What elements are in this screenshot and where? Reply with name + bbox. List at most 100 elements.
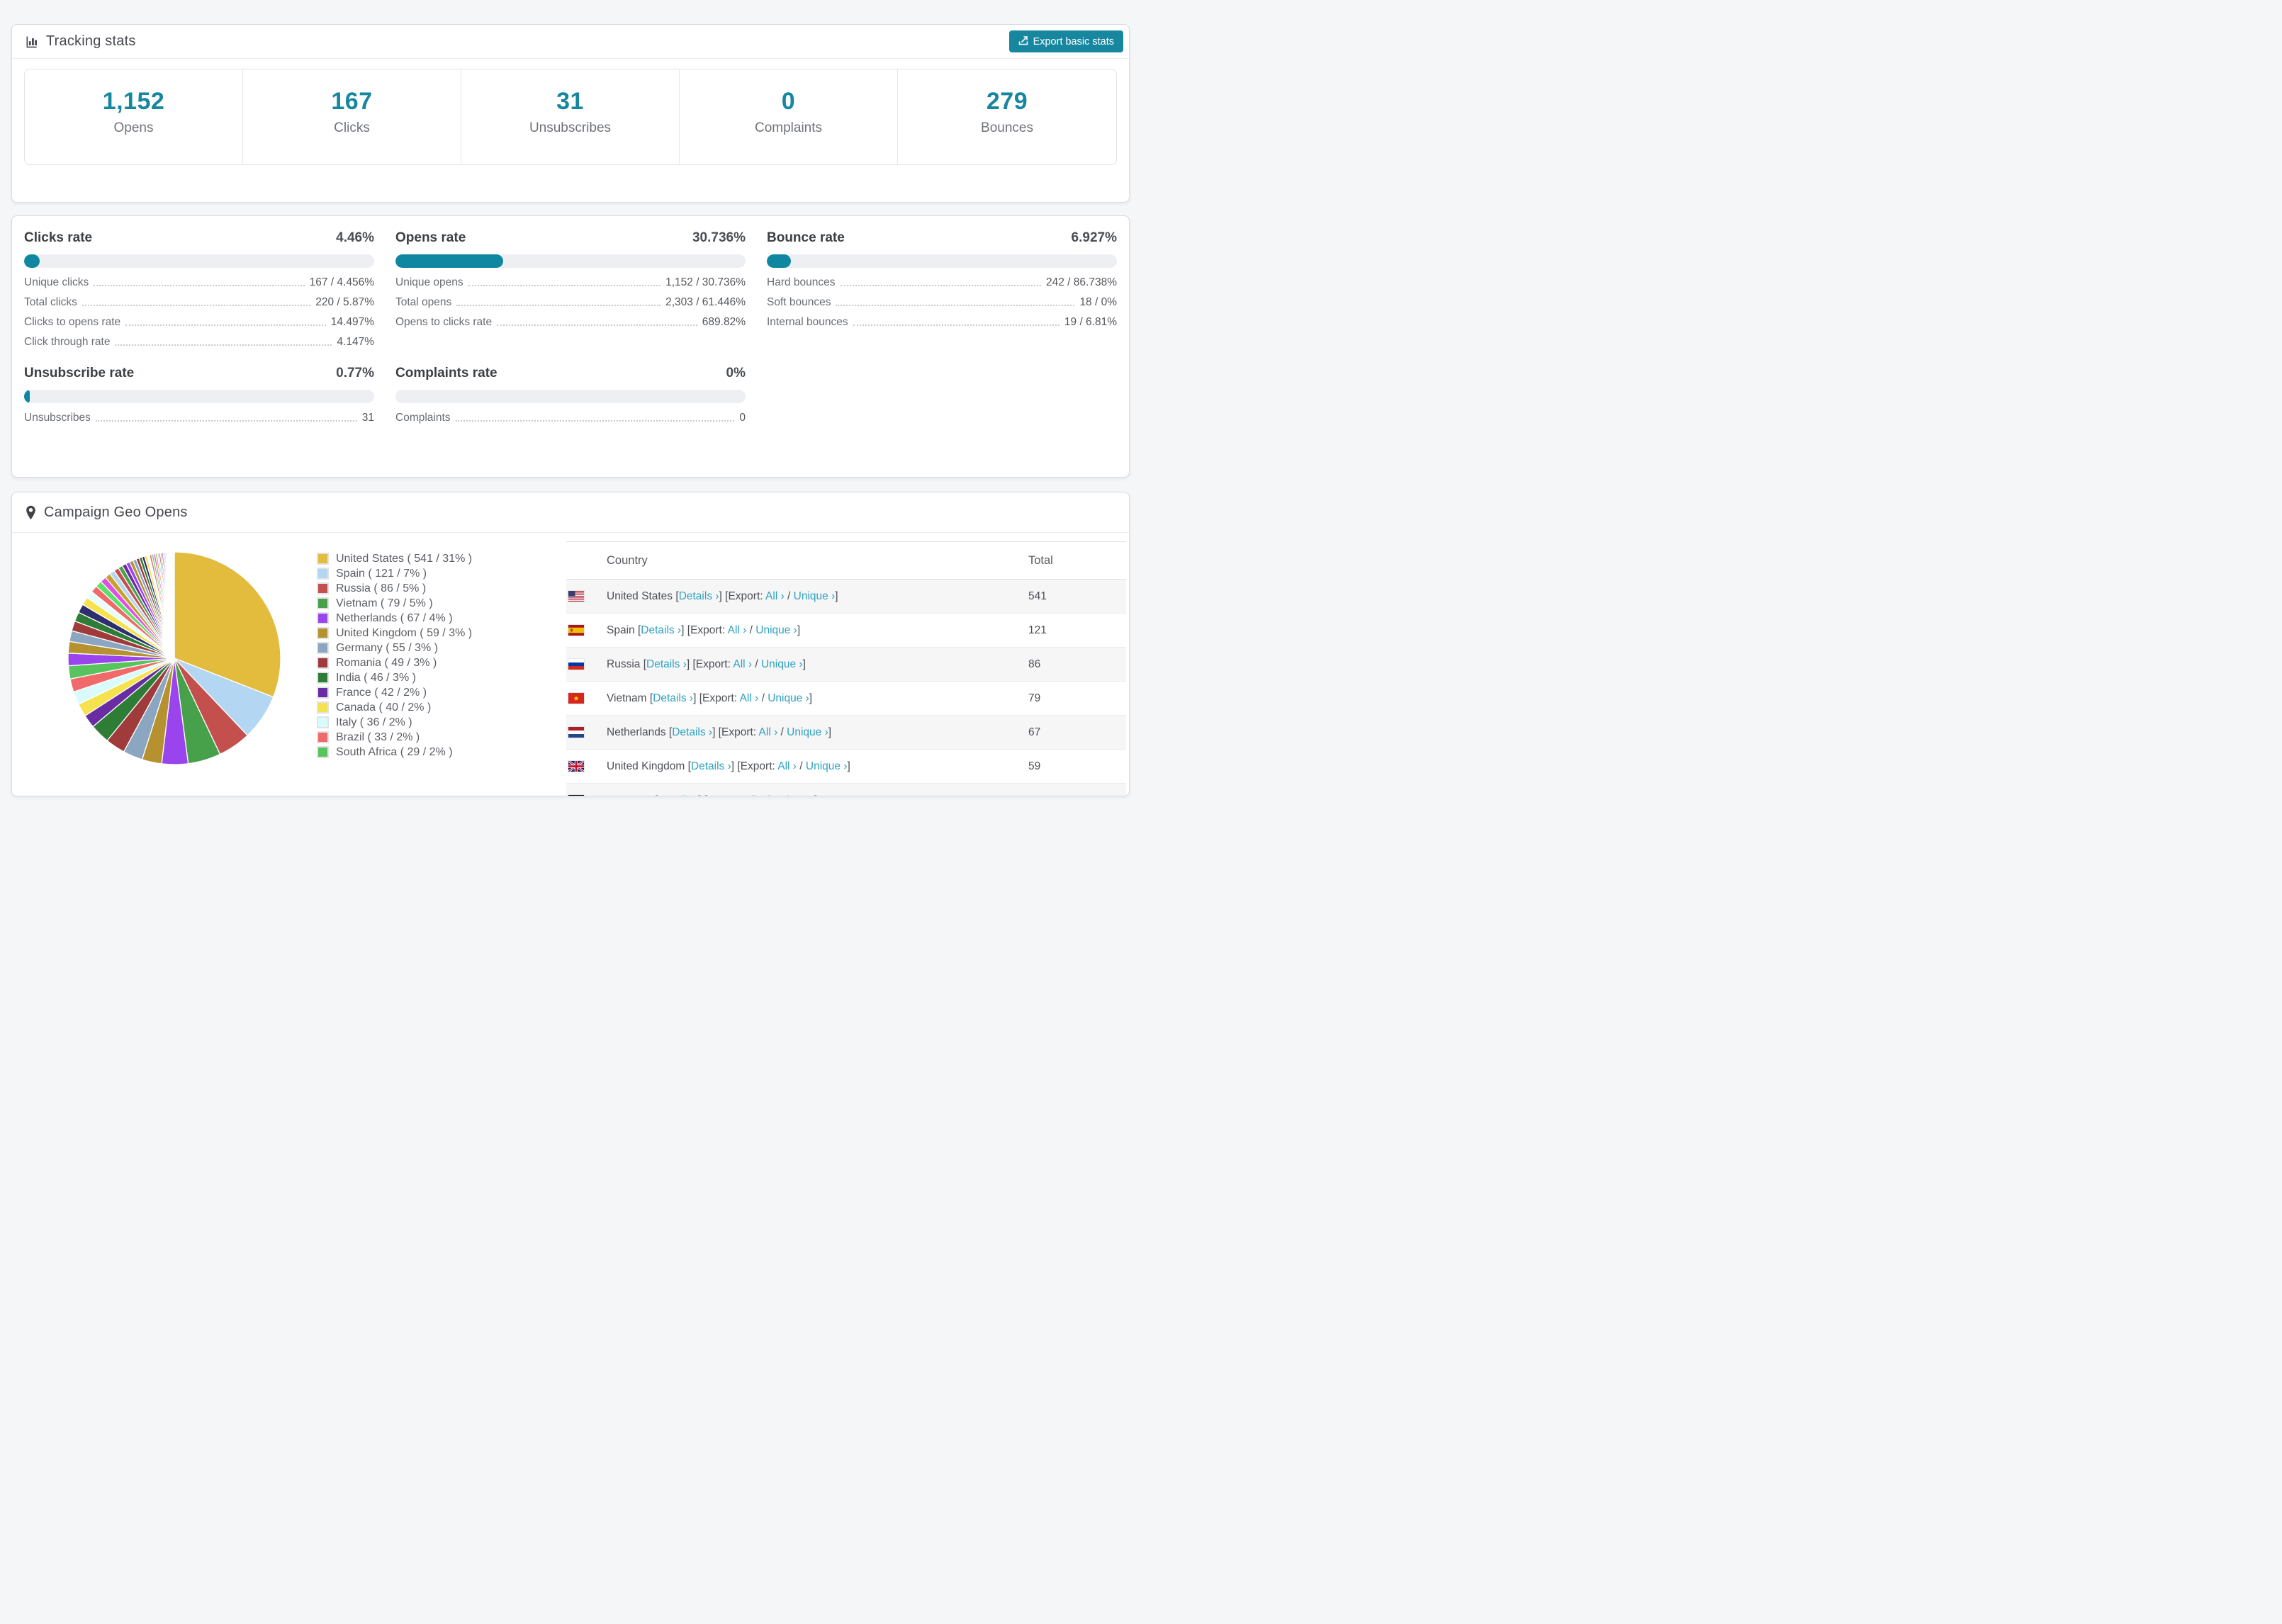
export-unique-link[interactable]: Unique › [787,726,828,738]
legend-label: United States ( 541 / 31% ) [336,552,473,565]
metric-row-unique-opens: Unique opens 1,152 / 30.736% [395,277,746,288]
page-title: Tracking stats [46,33,136,49]
export-unique-link[interactable]: Unique › [761,658,803,670]
progress-track [24,390,374,403]
pie-svg [67,551,281,765]
details-link[interactable]: Details › [679,590,719,602]
legend-label: United Kingdom ( 59 / 3% ) [336,626,473,639]
table-row-es: Spain [Details ›] [Export: All › / Uniqu… [566,614,1126,648]
es-flag-icon [568,624,585,636]
metric-value: 167 / 4.456% [309,276,374,288]
export-all-link[interactable]: All › [745,794,764,796]
stat-box-complaints: 0 Complaints [680,69,898,164]
country-cell: Netherlands [Details ›] [Export: All › /… [566,726,1028,739]
country-cell: Spain [Details ›] [Export: All › / Uniqu… [566,624,1028,637]
rate-block-bounce-rate: Bounce rate 6.927% Hard bounces 242 / 86.73… [767,230,1117,347]
dotted-leader [497,317,697,326]
stats-summary: 1,152 Opens 167 Clicks 31 Unsubscribes 0 Compla… [24,69,1117,165]
geo-pie-chart [23,541,317,796]
rate-block-opens-rate: Opens rate 30.736% Unique opens 1,152 / 30.… [395,230,746,347]
export-unique-link[interactable]: Unique › [772,794,814,796]
legend-swatch [317,597,329,609]
export-all-link[interactable]: All › [740,692,759,704]
metric-value: 31 [361,412,374,424]
metric-label: Total opens [395,296,452,308]
rates-card: Clicks rate 4.46% Unique clicks 167 / 4.456… [11,215,1130,478]
bracket: ] [797,624,801,636]
country-name: Netherlands [607,726,666,738]
stat-value: 0 [781,88,796,115]
details-link[interactable]: Details › [672,726,712,738]
metric-value: 14.497% [330,316,374,328]
metric-label: Soft bounces [767,296,831,308]
table-row-ru: Russia [Details ›] [Export: All › / Uniq… [566,648,1126,682]
legend-label: Canada ( 40 / 2% ) [336,701,432,714]
legend-swatch [317,701,329,714]
geo-body: United States ( 541 / 31% ) Spain ( 121 /… [12,533,1129,796]
details-link[interactable]: Details › [646,658,687,670]
metric-value: 220 / 5.87% [315,296,374,308]
export-basic-stats-button[interactable]: Export basic stats [1008,30,1123,52]
total-cell: 67 [1028,726,1041,738]
bracket: ] [ [693,692,702,704]
legend-label: Spain ( 121 / 7% ) [336,567,427,580]
stat-box-opens: 1,152 Opens [25,69,243,164]
export-all-link[interactable]: All › [733,658,752,670]
country-name: Vietnam [607,692,647,704]
progress-track [24,254,374,268]
dotted-leader [853,317,1060,326]
export-all-link[interactable]: All › [765,590,785,602]
bracket: ] [ [719,590,729,602]
metric-label: Hard bounces [767,276,836,288]
export-all-link[interactable]: All › [728,624,747,636]
legend-label: India ( 46 / 3% ) [336,671,416,684]
legend-swatch [317,568,329,580]
legend-swatch [317,642,329,654]
metric-row-click-through-rate: Click through rate 4.147% [24,336,374,348]
stat-label: Clicks [334,120,370,135]
export-prefix: Export: [690,624,726,636]
legend-label: Italy ( 36 / 2% ) [336,716,412,728]
details-link[interactable]: Details › [653,692,693,704]
progress-track [395,254,746,268]
rate-title: Bounce rate [767,230,845,245]
rate-block-complaints-rate: Complaints rate 0% Complaints 0 [395,366,746,423]
slash: / [796,760,806,772]
legend-item-france: France ( 42 / 2% ) [317,685,566,700]
details-link[interactable]: Details › [691,760,731,772]
bracket: ] [847,760,850,772]
stat-box-bounces: 279 Bounces [898,69,1116,164]
metric-value: 4.147% [337,336,374,348]
export-prefix: Export: [695,658,731,670]
metric-value: 1,152 / 30.736% [665,276,746,288]
bracket: ] [809,692,813,704]
export-all-link[interactable]: All › [777,760,797,772]
legend-item-south-africa: South Africa ( 29 / 2% ) [317,745,566,760]
geo-table: Country Total United States [Details ›] [E… [566,541,1126,796]
export-unique-link[interactable]: Unique › [768,692,809,704]
metric-label: Unsubscribes [24,412,91,424]
bracket: ] [828,726,832,738]
dotted-leader [115,337,332,346]
page: Tracking stats Export basic stats 1,152 O… [0,0,1141,796]
legend-swatch [317,612,329,624]
legend-swatch [317,553,329,565]
rate-title: Complaints rate [395,366,498,380]
legend-swatch [317,627,329,639]
dotted-leader [125,317,326,326]
export-unique-link[interactable]: Unique › [755,624,797,636]
dotted-leader [468,277,661,286]
export-unique-link[interactable]: Unique › [806,760,848,772]
export-unique-link[interactable]: Unique › [794,590,836,602]
details-link[interactable]: Details › [658,794,698,796]
geo-title: Campaign Geo Opens [44,504,188,520]
country-name: Spain [607,624,635,636]
stat-label: Unsubscribes [529,120,612,135]
stat-label: Bounces [981,120,1033,135]
total-cell: 59 [1028,760,1041,772]
export-all-link[interactable]: All › [759,726,778,738]
details-link[interactable]: Details › [641,624,681,636]
rate-value: 30.736% [692,230,746,245]
metric-row-complaints: Complaints 0 [395,412,746,424]
rate-block-unsubscribe-rate: Unsubscribe rate 0.77% Unsubscribes 31 [24,366,374,423]
